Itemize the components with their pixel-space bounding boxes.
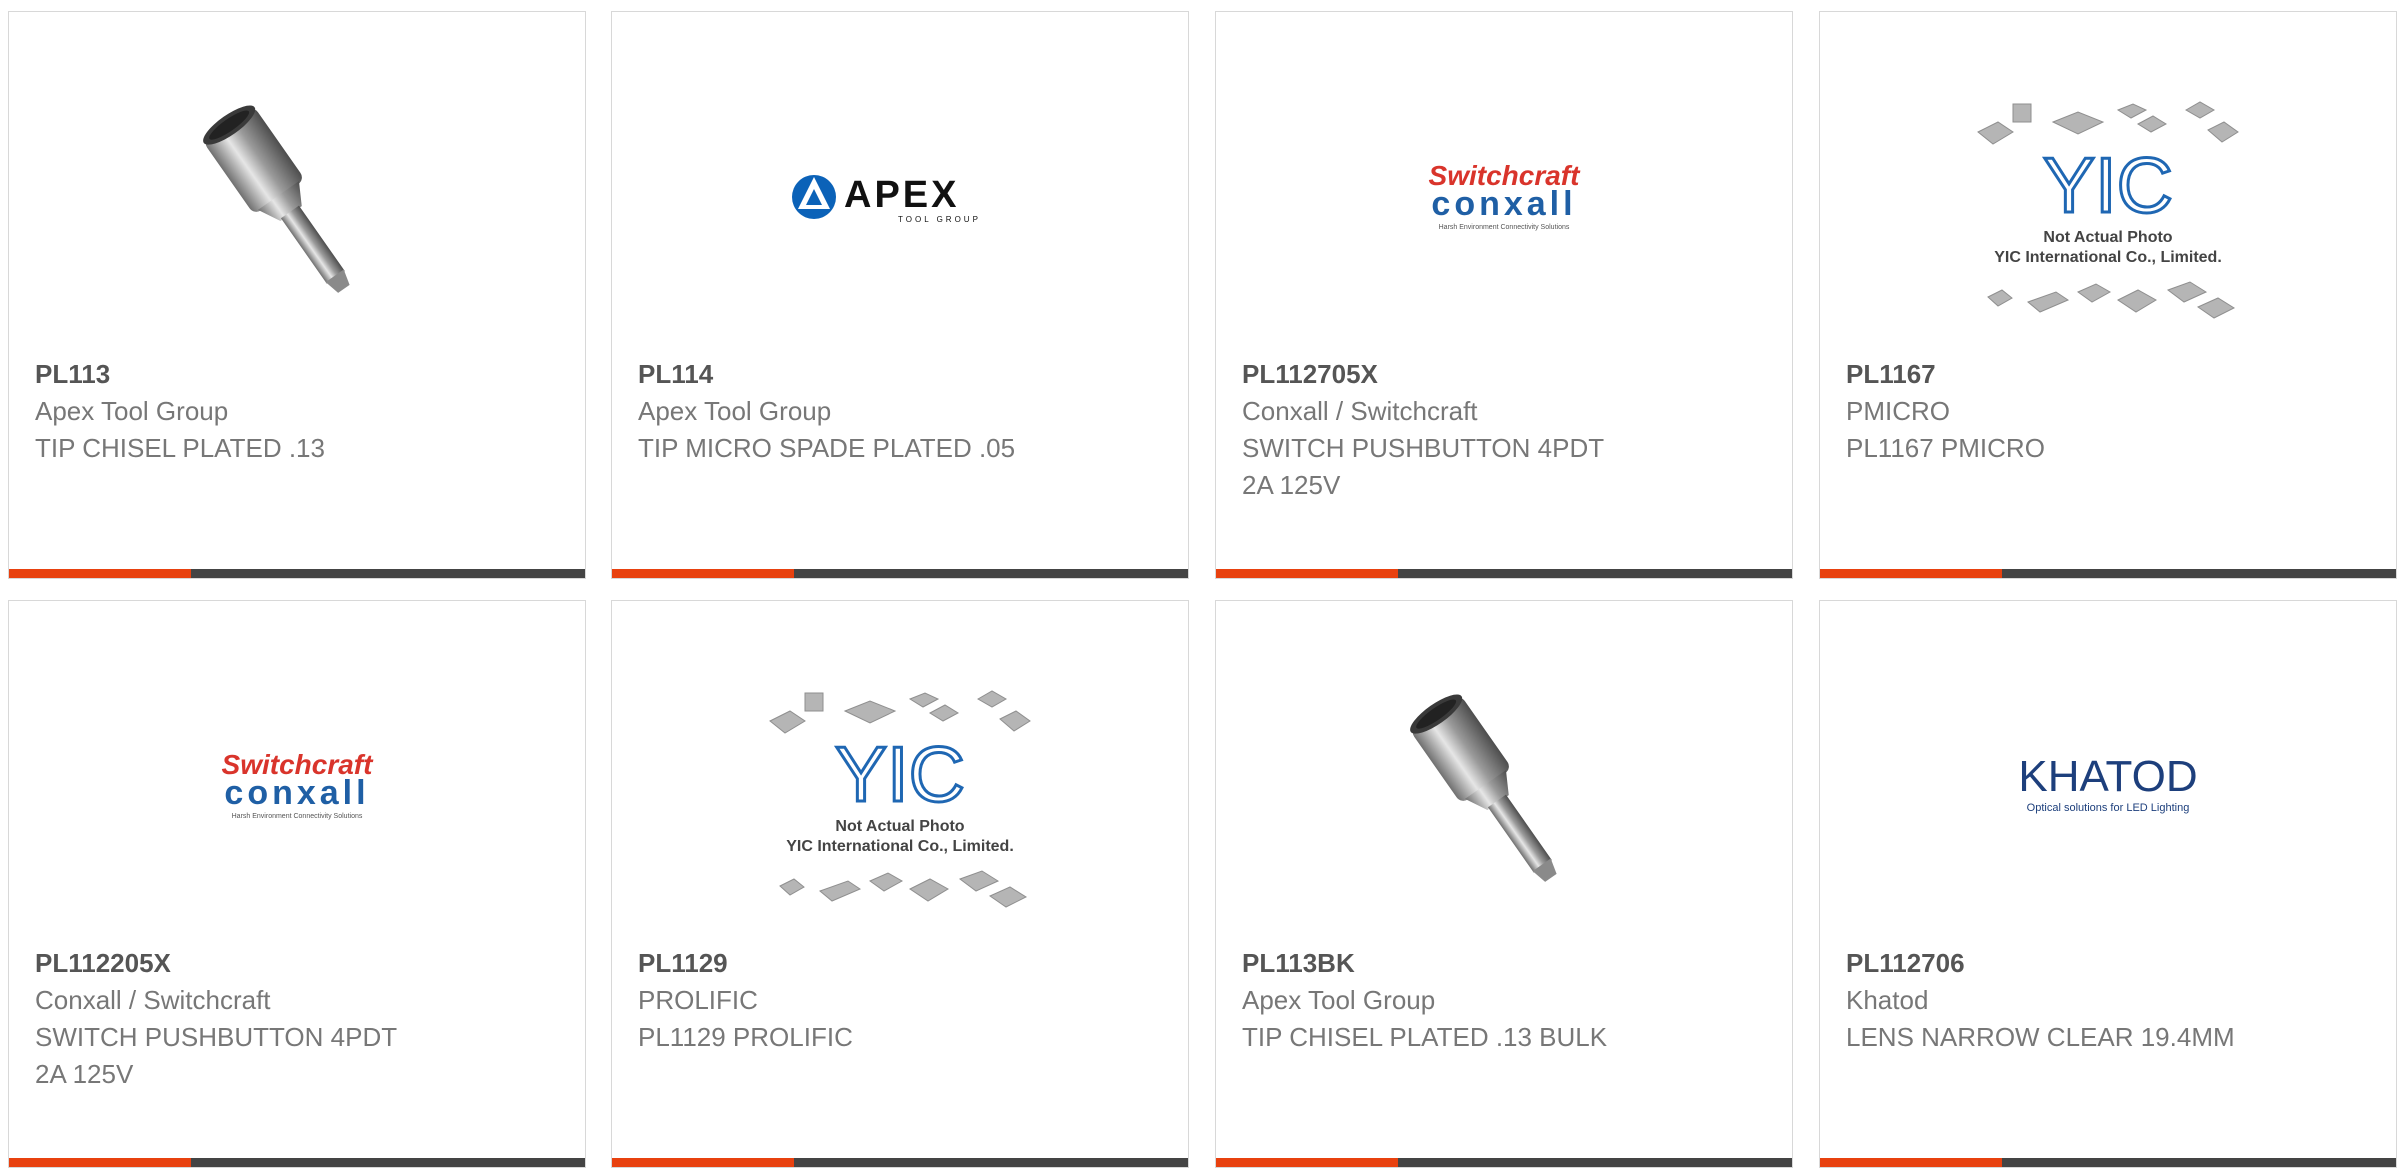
card-footer-bar (1820, 1158, 2396, 1167)
product-card[interactable]: PL113 Apex Tool Group TIP CHISEL PLATED … (8, 11, 586, 579)
accent-bar (1216, 569, 1398, 578)
conxall-logo-text: conxall (1431, 185, 1576, 223)
part-number[interactable]: PL1167 (1846, 356, 2370, 393)
product-image[interactable]: YIC Not Actual Photo YIC International C… (1820, 92, 2396, 342)
description: SWITCH PUSHBUTTON 4PDT 2A 125V (1242, 433, 1605, 500)
conxall-logo-text: conxall (224, 774, 369, 812)
manufacturer: Apex Tool Group (35, 396, 229, 426)
card-footer-bar (1820, 569, 2396, 578)
product-card[interactable]: KHATOD Optical solutions for LED Lightin… (1819, 600, 2397, 1168)
description: LENS NARROW CLEAR 19.4MM (1846, 1022, 2235, 1052)
description: PL1167 PMICRO (1846, 433, 2045, 463)
soldering-tip-image (203, 105, 350, 293)
product-card[interactable]: YIC Not Actual Photo YIC International C… (1819, 11, 2397, 579)
manufacturer: PROLIFIC (638, 985, 758, 1015)
yic-logo-text: YIC (835, 730, 965, 818)
accent-bar (1216, 1158, 1398, 1167)
accent-bar (9, 1158, 191, 1167)
accent-bar (1820, 1158, 2002, 1167)
manufacturer: Conxall / Switchcraft (35, 985, 271, 1015)
product-image[interactable]: APEX TOOL GROUP (612, 72, 1188, 322)
product-card[interactable]: YIC Not Actual Photo YIC International C… (611, 600, 1189, 1168)
accent-bar (612, 569, 794, 578)
placeholder-line1: Not Actual Photo (835, 818, 964, 835)
description: TIP MICRO SPADE PLATED .05 (638, 433, 1016, 463)
product-card[interactable]: PL113BK Apex Tool Group TIP CHISEL PLATE… (1215, 600, 1793, 1168)
product-image[interactable] (1216, 661, 1792, 911)
card-footer-bar (9, 569, 585, 578)
product-image[interactable]: YIC Not Actual Photo YIC International C… (612, 681, 1188, 931)
manufacturer: Apex Tool Group (638, 396, 832, 426)
card-footer-bar (612, 569, 1188, 578)
description: PL1129 PROLIFIC (638, 1022, 853, 1052)
switchcraft-conxall-logo: Switchcraft conxall Harsh Environment Co… (222, 749, 375, 820)
logo-tagline: Harsh Environment Connectivity Solutions (1439, 224, 1570, 231)
card-footer-bar (1216, 1158, 1792, 1167)
product-card[interactable]: Switchcraft conxall Harsh Environment Co… (8, 600, 586, 1168)
logo-tagline: Harsh Environment Connectivity Solutions (232, 813, 363, 820)
card-footer-bar (9, 1158, 585, 1167)
soldering-tip-image (1410, 694, 1557, 882)
yic-placeholder-image: YIC Not Actual Photo YIC International C… (1977, 101, 2239, 319)
part-number[interactable]: PL112706 (1846, 945, 2370, 982)
apex-logo-text: APEX (844, 174, 959, 216)
part-number[interactable]: PL113BK (1242, 945, 1766, 982)
product-card[interactable]: APEX TOOL GROUP PL114 Apex Tool Group TI… (611, 11, 1189, 579)
manufacturer: PMICRO (1846, 396, 1950, 426)
card-footer-bar (1216, 569, 1792, 578)
card-footer-bar (612, 1158, 1188, 1167)
manufacturer: Conxall / Switchcraft (1242, 396, 1478, 426)
description: SWITCH PUSHBUTTON 4PDT 2A 125V (35, 1022, 398, 1089)
manufacturer: Apex Tool Group (1242, 985, 1436, 1015)
product-card[interactable]: Switchcraft conxall Harsh Environment Co… (1215, 11, 1793, 579)
part-number[interactable]: PL1129 (638, 945, 1162, 982)
part-number[interactable]: PL114 (638, 356, 1162, 393)
placeholder-line1: Not Actual Photo (2043, 229, 2172, 246)
khatod-logo: KHATOD Optical solutions for LED Lightin… (2018, 752, 2197, 814)
part-number[interactable]: PL113 (35, 356, 559, 393)
khatod-logo-text: KHATOD (2018, 752, 2197, 801)
accent-bar (612, 1158, 794, 1167)
product-grid: PL113 Apex Tool Group TIP CHISEL PLATED … (0, 0, 2400, 1168)
manufacturer: Khatod (1846, 985, 1929, 1015)
description: TIP CHISEL PLATED .13 BULK (1242, 1022, 1608, 1052)
switchcraft-conxall-logo: Switchcraft conxall Harsh Environment Co… (1429, 160, 1582, 231)
accent-bar (1820, 569, 2002, 578)
logo-tagline: Optical solutions for LED Lighting (2027, 802, 2190, 814)
part-number[interactable]: PL112705X (1242, 356, 1766, 393)
apex-logo: APEX TOOL GROUP (792, 174, 981, 224)
accent-bar (9, 569, 191, 578)
yic-logo-text: YIC (2043, 141, 2173, 229)
description: TIP CHISEL PLATED .13 (35, 433, 325, 463)
product-image[interactable]: Switchcraft conxall Harsh Environment Co… (9, 661, 585, 911)
apex-logo-subtext: TOOL GROUP (898, 215, 981, 224)
placeholder-line2: YIC International Co., Limited. (786, 838, 1014, 855)
product-image[interactable] (9, 72, 585, 322)
yic-placeholder-image: YIC Not Actual Photo YIC International C… (769, 690, 1031, 908)
product-image[interactable]: KHATOD Optical solutions for LED Lightin… (1820, 661, 2396, 911)
placeholder-line2: YIC International Co., Limited. (1994, 249, 2222, 266)
part-number[interactable]: PL112205X (35, 945, 559, 982)
product-image[interactable]: Switchcraft conxall Harsh Environment Co… (1216, 72, 1792, 322)
